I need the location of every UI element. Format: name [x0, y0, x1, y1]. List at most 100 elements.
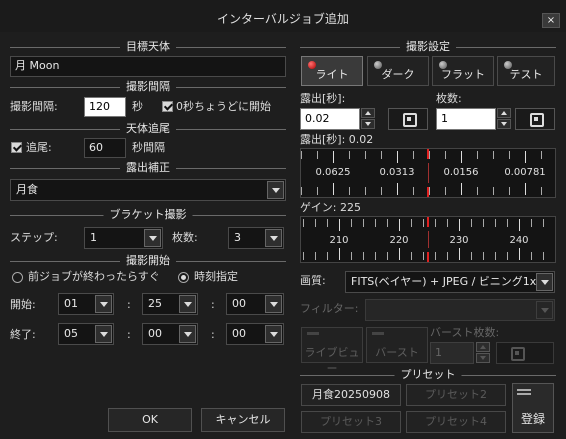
scale-tick — [541, 187, 542, 195]
chevron-down-icon — [179, 295, 196, 313]
burst-button[interactable]: バースト — [366, 327, 428, 363]
cancel-button[interactable]: キャンセル — [201, 408, 285, 432]
scale-tick — [445, 187, 446, 195]
section-preset: プリセット — [300, 368, 556, 382]
gain-slider[interactable]: 210 220 230 240 — [300, 216, 556, 263]
section-shooting: 撮影設定 — [300, 40, 556, 54]
chevron-down-icon — [267, 181, 284, 199]
section-exposure-comp: 露出補正 — [10, 161, 286, 175]
scale-tick — [423, 252, 424, 260]
section-bracket: ブラケット撮影 — [10, 208, 286, 222]
scale-tick-label: 0.0625 — [315, 167, 351, 178]
scale-tick — [327, 252, 328, 260]
zero-sec-label: 0秒ちょうどに開始 — [176, 100, 271, 113]
start-second-select[interactable]: 00 — [226, 293, 284, 315]
scale-tick — [317, 187, 318, 195]
chevron-down-icon — [95, 325, 112, 343]
scale-tick — [495, 252, 496, 260]
scale-tick — [327, 219, 328, 227]
close-button[interactable]: × — [542, 13, 560, 28]
type-flat-button[interactable]: フラット — [432, 56, 494, 86]
scale-tick — [477, 187, 478, 195]
gain-label: ゲイン: 225 — [300, 201, 361, 214]
end-minute-select[interactable]: 00 — [142, 323, 198, 345]
scale-indicator-line — [428, 163, 429, 183]
scale-tick-label: 210 — [329, 235, 349, 246]
preset-save-button[interactable]: 登録 — [512, 383, 554, 433]
tracking-label: 追尾: — [26, 141, 52, 154]
filter-select[interactable] — [365, 299, 555, 321]
exposure-dialog-icon[interactable] — [388, 108, 428, 130]
preset-3-button[interactable]: プリセット3 — [301, 411, 401, 433]
scale-tick — [555, 219, 556, 227]
scale-tick — [365, 187, 366, 195]
section-interval: 撮影間隔 — [10, 80, 286, 94]
scale-tick — [387, 219, 388, 227]
scale-tick — [461, 151, 462, 163]
type-light-button[interactable]: ライト — [301, 56, 363, 86]
scale-tick — [435, 252, 436, 260]
scale-indicator-line — [428, 231, 429, 248]
scale-tick — [461, 183, 462, 195]
type-test-button[interactable]: テスト — [497, 56, 555, 86]
start-minute-select[interactable]: 25 — [142, 293, 198, 315]
scale-tick — [363, 219, 364, 227]
type-dark-button[interactable]: ダーク — [367, 56, 429, 86]
bracket-step-label: ステップ: — [10, 231, 58, 244]
bracket-count-select[interactable]: 3 — [228, 227, 284, 249]
burst-dialog-icon[interactable] — [496, 342, 554, 364]
scale-tick — [413, 187, 414, 195]
scale-indicator — [427, 149, 429, 159]
scale-tick-label: 0.0313 — [379, 167, 415, 178]
start-time-label: 開始: — [10, 298, 36, 311]
scale-tick — [541, 151, 542, 159]
time-separator: : — [127, 298, 131, 311]
target-input[interactable]: 月 Moon — [10, 56, 286, 77]
exposure-comp-select[interactable]: 月食 — [10, 179, 286, 201]
scale-tick — [507, 252, 508, 260]
scale-tick — [555, 252, 556, 260]
scale-indicator — [427, 252, 429, 262]
ok-button[interactable]: OK — [108, 408, 192, 432]
tracking-interval-input[interactable]: 60 — [84, 138, 126, 158]
chevron-down-icon — [536, 301, 553, 319]
count-input[interactable]: 1 — [436, 108, 496, 130]
exposure-slider[interactable]: 0.06250.03130.01560.007810. — [300, 148, 556, 198]
scale-tick — [447, 252, 448, 260]
interval-input[interactable]: 120 — [84, 97, 126, 117]
scale-tick — [509, 151, 510, 159]
scale-tick — [483, 252, 484, 260]
scale-tick — [315, 252, 316, 260]
chevron-down-icon — [265, 325, 282, 343]
radio-after-previous[interactable] — [12, 272, 23, 283]
scale-tick — [399, 248, 400, 260]
liveview-button[interactable]: ライブビュー — [301, 327, 363, 375]
tracking-checkbox[interactable] — [11, 142, 22, 153]
scale-tick-label: 0.00781 — [504, 167, 546, 178]
scale-tick — [429, 187, 430, 195]
scale-indicator — [427, 187, 429, 197]
preset-1-button[interactable]: 月食20250908 — [301, 384, 401, 406]
scale-tick — [333, 151, 334, 163]
bracket-step-select[interactable]: 1 — [84, 227, 163, 249]
time-separator: : — [211, 298, 215, 311]
end-second-select[interactable]: 00 — [226, 323, 284, 345]
preset-4-button[interactable]: プリセット4 — [406, 411, 506, 433]
burst-count-label: バースト枚数: — [430, 326, 500, 339]
zero-sec-checkbox[interactable] — [162, 101, 173, 112]
scale-tick-label: 220 — [389, 235, 409, 246]
burst-count-input[interactable]: 1 — [430, 342, 474, 364]
scale-tick — [447, 219, 448, 227]
chevron-down-icon — [144, 229, 161, 247]
scale-tick — [375, 252, 376, 260]
scale-tick — [301, 187, 302, 195]
chevron-down-icon — [265, 229, 282, 247]
scale-tick — [477, 151, 478, 159]
radio-time-specified[interactable] — [178, 272, 189, 283]
end-hour-select[interactable]: 05 — [58, 323, 114, 345]
count-dialog-icon[interactable] — [515, 108, 555, 130]
exposure-input[interactable]: 0.02 — [300, 108, 360, 130]
preset-2-button[interactable]: プリセット2 — [406, 384, 506, 406]
start-hour-select[interactable]: 01 — [58, 293, 114, 315]
quality-select[interactable]: FITS(ベイヤー) + JPEG / ビニング1x1 — [345, 271, 555, 293]
